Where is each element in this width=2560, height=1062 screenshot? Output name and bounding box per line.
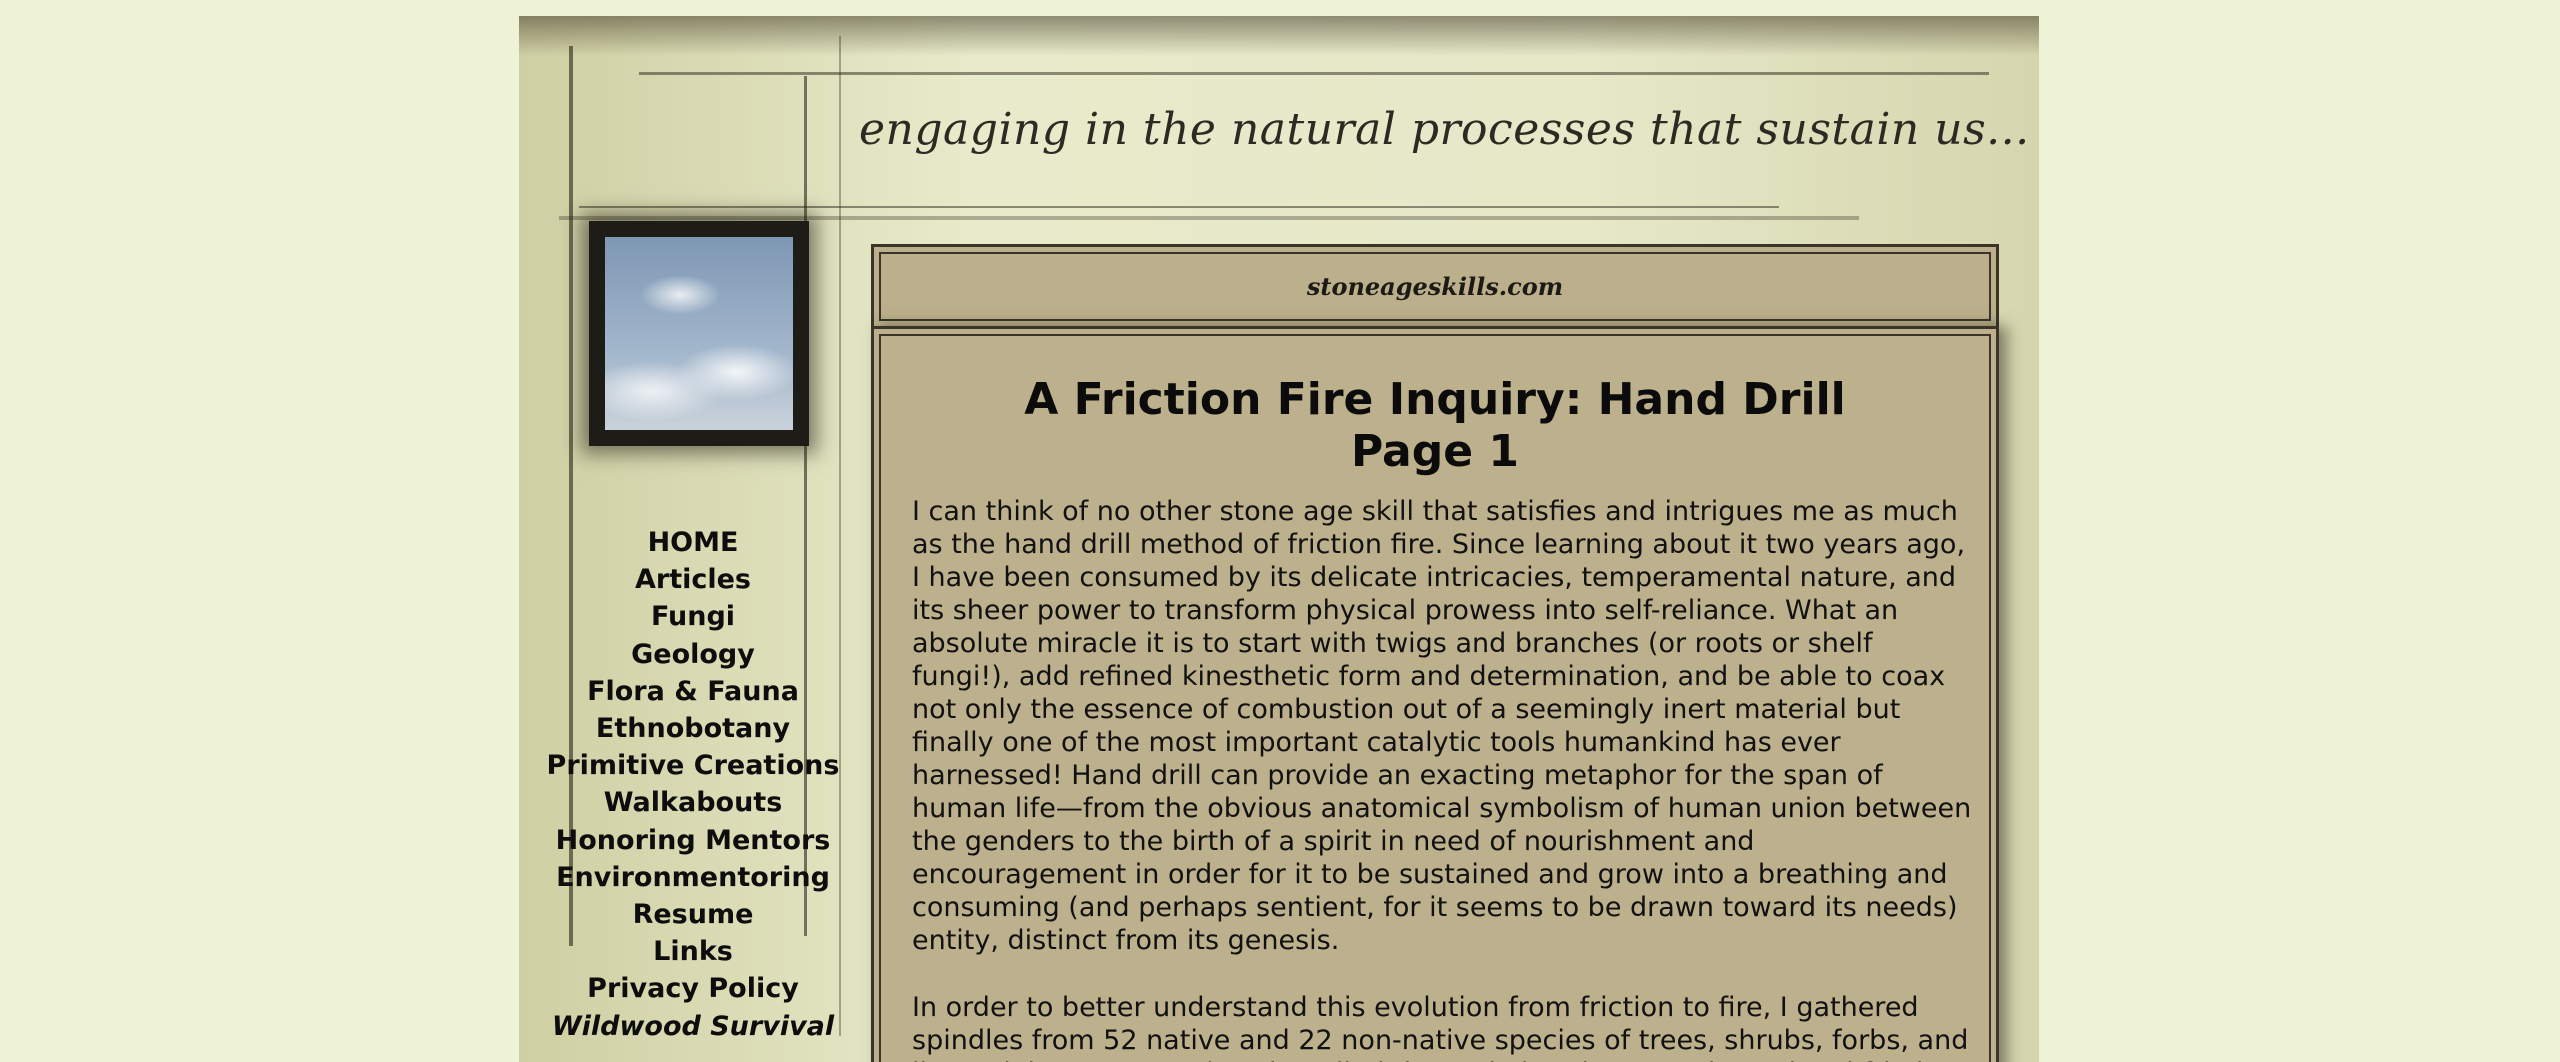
article-title-page: Page 1 [1350,426,1520,477]
nav-link-ethnobotany[interactable]: Ethnobotany [596,710,790,747]
main-navigation: HOME Articles Fungi Geology Flora & Faun… [519,524,867,1045]
nav-link-home[interactable]: HOME [648,524,739,561]
nav-link-wildwood-survival[interactable]: Wildwood Survival [552,1008,834,1045]
site-tagline: engaging in the natural processes that s… [859,104,2030,155]
article-title-line1: A Friction Fire Inquiry: Hand Drill [1024,374,1846,425]
nav-link-walkabouts[interactable]: Walkabouts [604,784,783,821]
nav-link-honoring-mentors[interactable]: Honoring Mentors [556,822,831,859]
nav-link-primitive-creations[interactable]: Primitive Creations [547,747,840,784]
nav-link-fungi[interactable]: Fungi [651,598,735,635]
article-paragraph-2: In order to better understand this evolu… [912,992,1969,1062]
article-panel: A Friction Fire Inquiry: Hand Drill Page… [871,326,1999,1062]
nav-link-geology[interactable]: Geology [631,636,755,673]
nav-link-environmentoring[interactable]: Environmentoring [556,859,830,896]
site-name-banner: stoneageskills.com [871,244,1999,329]
sky-clouds-image [605,237,793,430]
nav-link-flora-fauna[interactable]: Flora & Fauna [587,673,799,710]
nav-link-links[interactable]: Links [653,933,733,970]
nav-link-articles[interactable]: Articles [635,561,751,598]
decorative-line [639,72,1989,75]
decorative-line [559,216,1859,220]
nav-link-resume[interactable]: Resume [633,896,754,933]
site-name: stoneageskills.com [1306,272,1564,301]
article-title: A Friction Fire Inquiry: Hand Drill Page… [874,374,1996,478]
article-paragraph-1: I can think of no other stone age skill … [912,496,1972,956]
page-frame: engaging in the natural processes that s… [519,16,2039,1062]
decorative-line [579,206,1779,208]
sky-window-image [589,221,809,446]
nav-link-privacy-policy[interactable]: Privacy Policy [587,970,799,1007]
